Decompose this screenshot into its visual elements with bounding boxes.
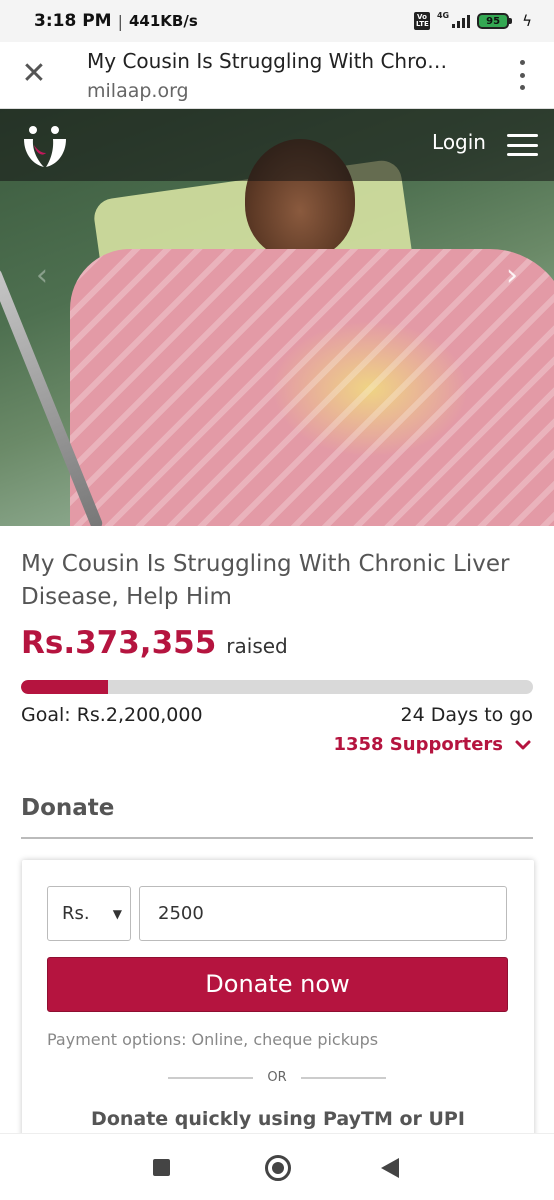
close-icon[interactable]: ✕ <box>18 58 50 90</box>
network-speed: 441KB/s <box>128 12 198 30</box>
more-vert-icon[interactable] <box>518 60 526 90</box>
milaap-logo-icon[interactable] <box>20 121 70 171</box>
amount-input[interactable] <box>139 886 507 941</box>
currency-select[interactable]: Rs. ▼ <box>47 886 131 941</box>
network-type: 4G <box>436 10 450 20</box>
chevron-left-icon[interactable]: ‹ <box>36 261 56 291</box>
volte-icon: Vo LTE <box>413 12 430 30</box>
recents-icon[interactable] <box>153 1159 170 1176</box>
campaign-hero-image: Login ‹ › <box>0 109 554 526</box>
page-url[interactable]: milaap.org <box>87 80 189 102</box>
funding-progress-bar <box>21 680 533 694</box>
donate-now-button[interactable]: Donate now <box>47 957 508 1012</box>
donate-heading: Donate <box>21 795 115 821</box>
status-icons: Vo LTE 4G 95 ϟ <box>413 10 532 30</box>
system-nav-bar <box>0 1133 554 1200</box>
page-title: My Cousin Is Struggling With Chro… <box>87 49 448 73</box>
payment-options-text: Payment options: Online, cheque pickups <box>47 1030 379 1049</box>
raised-summary: Rs.373,355 raised <box>21 625 288 661</box>
supporters-toggle[interactable]: 1358 Supporters <box>333 734 533 755</box>
days-remaining: 24 Days to go <box>400 704 533 726</box>
battery-icon: 95 <box>477 13 513 29</box>
currency-value: Rs. <box>62 903 90 924</box>
hamburger-icon[interactable] <box>507 134 538 156</box>
battery-level: 95 <box>477 13 510 29</box>
supporters-count[interactable]: 1358 Supporters <box>333 734 503 755</box>
raised-amount: Rs.373,355 <box>21 625 217 661</box>
home-icon[interactable] <box>265 1155 291 1181</box>
back-icon[interactable] <box>381 1158 399 1178</box>
donate-card: Rs. ▼ Donate now Payment options: Online… <box>22 860 534 1150</box>
status-bar: 3:18 PM | 441KB/s Vo LTE 4G 95 ϟ <box>0 0 554 42</box>
status-separator: | <box>117 11 123 31</box>
chevron-down-icon[interactable] <box>513 735 533 755</box>
chevron-right-icon[interactable]: › <box>506 261 526 291</box>
status-time: 3:18 PM <box>34 11 112 31</box>
or-divider: OR <box>168 1070 387 1085</box>
login-link[interactable]: Login <box>432 130 486 154</box>
charging-icon: ϟ <box>522 12 532 30</box>
dropdown-arrow-icon: ▼ <box>112 907 122 921</box>
browser-toolbar: ✕ My Cousin Is Struggling With Chro… mil… <box>0 42 554 109</box>
site-header: Login <box>0 109 554 181</box>
raised-label: raised <box>226 634 288 658</box>
goal-amount: Goal: Rs.2,200,000 <box>21 704 203 726</box>
signal-icon <box>452 14 471 28</box>
divider <box>21 837 533 839</box>
funding-progress-fill <box>21 680 109 694</box>
quick-donate-heading: Donate quickly using PayTM or UPI <box>91 1108 465 1130</box>
or-label: OR <box>267 1070 287 1085</box>
campaign-title: My Cousin Is Struggling With Chronic Liv… <box>21 551 510 610</box>
